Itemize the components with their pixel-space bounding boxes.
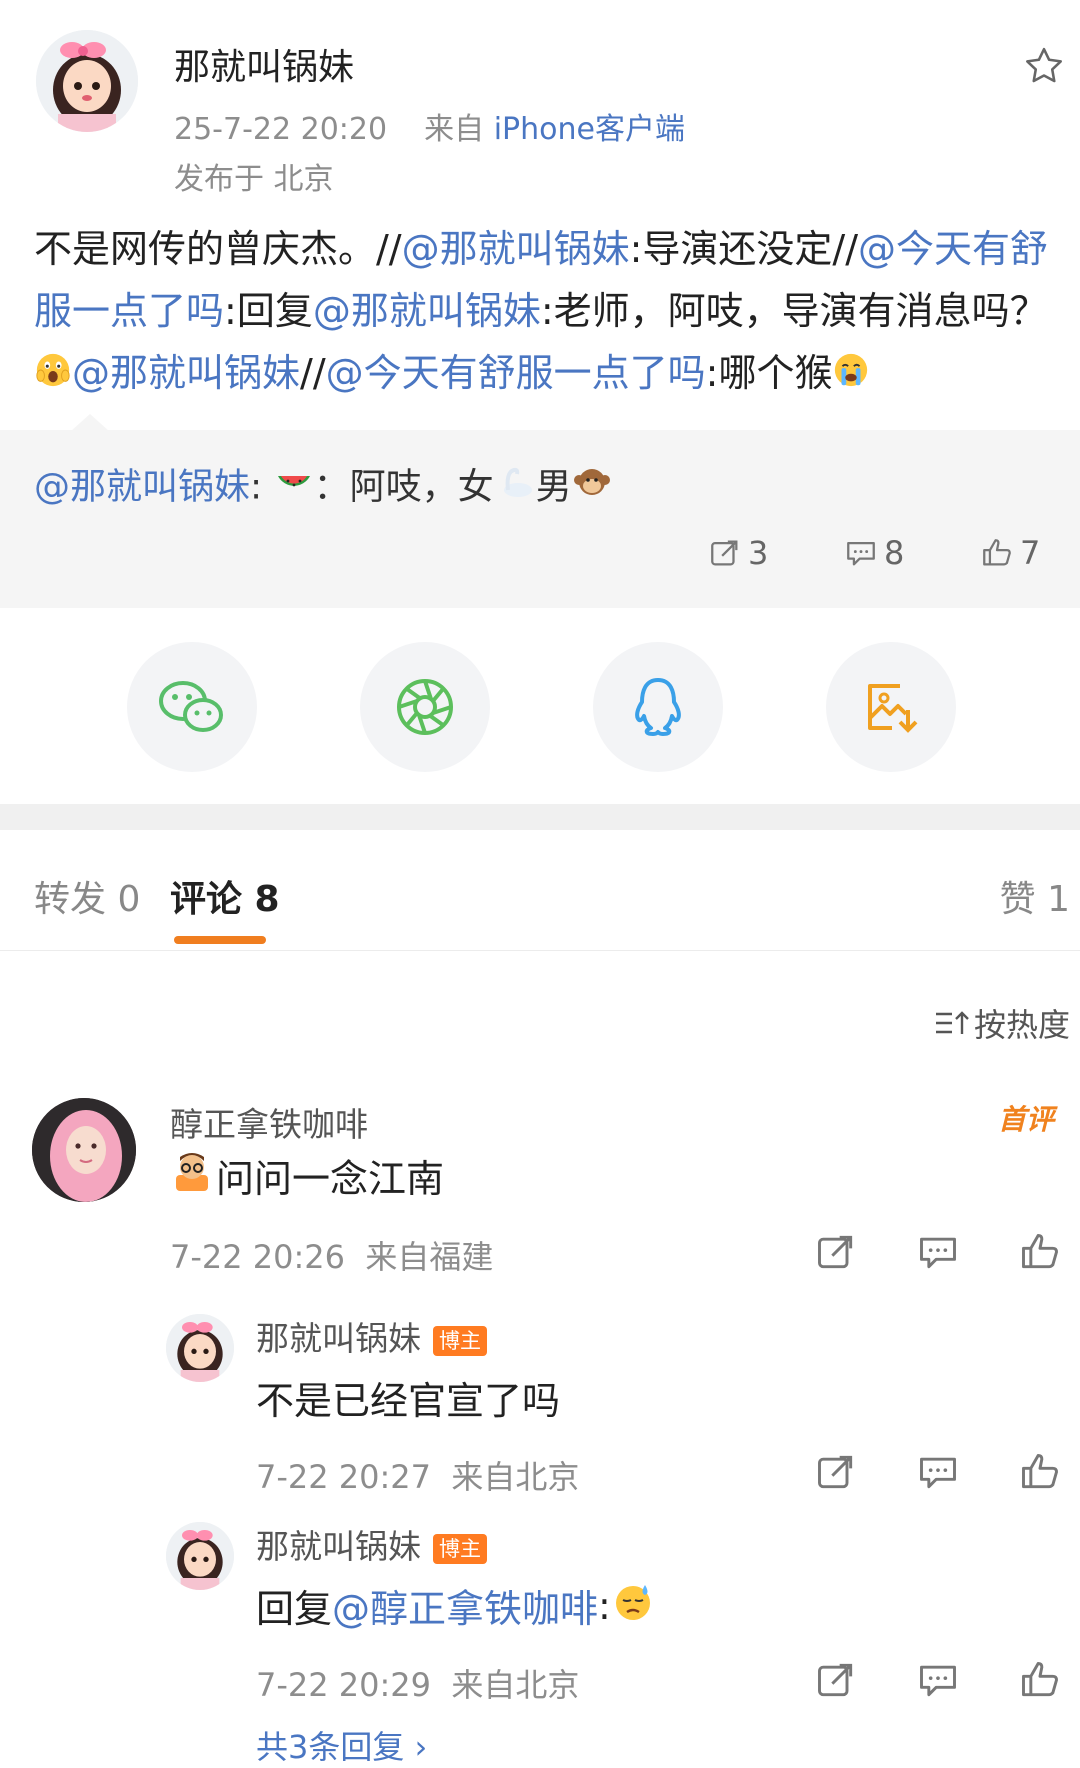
quoted-like-count: 7: [1020, 534, 1041, 572]
comment-meta: 7-22 20:26 来自福建: [170, 1238, 494, 1276]
host-badge: 博主: [433, 1325, 487, 1356]
watermelon-emoji-icon: [274, 462, 314, 515]
tabs-divider: [0, 950, 1080, 951]
repost-icon[interactable]: [814, 1450, 858, 1494]
reply-text: 回复 @醇正拿铁咖啡:: [256, 1578, 655, 1633]
author-avatar[interactable]: [36, 30, 138, 132]
girl-avatar-illustration: [166, 1314, 234, 1382]
moments-icon: [397, 679, 453, 735]
pink-hair-avatar-photo: [32, 1098, 136, 1202]
reply-header: 那就叫锅妹 博主: [256, 1312, 487, 1360]
share-moments-button[interactable]: [360, 642, 490, 772]
nerd-emoji-icon: [170, 1149, 214, 1202]
thumbs-up-icon[interactable]: [1018, 1230, 1062, 1274]
mention-link[interactable]: @那就叫锅妹: [72, 351, 300, 395]
post-text: :回复: [224, 289, 313, 333]
girl-avatar-illustration: [166, 1522, 234, 1590]
reply-username[interactable]: 那就叫锅妹: [256, 1319, 421, 1358]
post-text: :哪个猴: [705, 351, 833, 395]
quoted-like-stat[interactable]: 7: [980, 534, 1040, 572]
more-replies-link[interactable]: 共3条回复 ›: [256, 1722, 427, 1768]
reply-avatar[interactable]: [166, 1314, 234, 1382]
save-image-button[interactable]: [826, 642, 956, 772]
post-source-client[interactable]: iPhone客户端: [494, 112, 685, 147]
sort-label: 按热度: [973, 1006, 1070, 1044]
reply-suffix: :: [598, 1583, 611, 1628]
tab-comments[interactable]: 评论 8: [170, 870, 280, 922]
comment-body: 问问一念江南: [216, 1157, 445, 1201]
comment-icon: [847, 541, 875, 566]
comment-icon[interactable]: [916, 1450, 960, 1494]
author-name[interactable]: 那就叫锅妹: [174, 38, 354, 90]
thumbs-up-icon[interactable]: [1018, 1450, 1062, 1494]
quoted-comment-count: 8: [884, 534, 905, 572]
quote-pointer: [70, 414, 110, 432]
qq-icon: [635, 678, 681, 736]
thumbs-up-icon: [983, 539, 1011, 566]
quoted-repost-stat[interactable]: 3: [708, 534, 768, 572]
tab-repost[interactable]: 转发 0: [34, 870, 140, 922]
tab-active-indicator: [174, 936, 266, 944]
monkey-emoji-icon: [572, 462, 612, 515]
sort-icon: [935, 1011, 969, 1034]
comment-text: 问问一念江南: [170, 1148, 444, 1203]
star-icon[interactable]: [1022, 44, 1066, 88]
sweat-face-emoji-icon: [611, 1579, 655, 1632]
quoted-post[interactable]: [0, 430, 1080, 608]
section-divider: [0, 804, 1080, 830]
post-text: :老师，阿吱，导演有消息吗？: [540, 289, 1048, 333]
quoted-text: @那就叫锅妹: ：阿吱，女男: [34, 462, 612, 515]
reply-meta: 7-22 20:27 来自北京: [256, 1458, 580, 1496]
post-text: 不是网传的曾庆杰。//: [34, 227, 402, 271]
tab-likes[interactable]: 赞 1: [1000, 870, 1070, 922]
wechat-icon: [159, 681, 223, 732]
mention-link[interactable]: @醇正拿铁咖啡: [332, 1578, 598, 1633]
post-time: 25-7-22 20:20: [174, 112, 388, 147]
shocked-face-emoji-icon: [34, 345, 72, 407]
save-image-icon: [868, 684, 918, 733]
commenter-name[interactable]: 醇正拿铁咖啡: [170, 1098, 368, 1146]
reply-header: 那就叫锅妹 博主: [256, 1520, 487, 1568]
share-wechat-button[interactable]: [127, 642, 257, 772]
reply-username[interactable]: 那就叫锅妹: [256, 1527, 421, 1566]
reply-meta: 7-22 20:29 来自北京: [256, 1666, 580, 1704]
post-text: //: [300, 351, 326, 395]
quoted-repost-count: 3: [748, 534, 769, 572]
repost-icon: [711, 540, 738, 566]
commenter-avatar[interactable]: [32, 1098, 136, 1202]
share-qq-button[interactable]: [593, 642, 723, 772]
reply-prefix: 回复: [256, 1587, 333, 1631]
quoted-mention[interactable]: @那就叫锅妹: [34, 467, 250, 508]
post-text: :导演还没定//: [629, 227, 859, 271]
reply-avatar[interactable]: [166, 1522, 234, 1590]
quoted-text-a: ：阿吱，女: [313, 466, 494, 508]
repost-icon[interactable]: [814, 1230, 858, 1274]
sort-toggle[interactable]: 按热度: [934, 1000, 1070, 1046]
post-source-prefix: 来自: [424, 112, 485, 147]
swan-emoji-icon: [494, 462, 536, 515]
host-badge: 博主: [433, 1533, 487, 1564]
post-meta: 25-7-22 20:20 来自 iPhone客户端: [174, 104, 685, 148]
mention-link[interactable]: @那就叫锅妹: [402, 227, 630, 271]
post-body: 不是网传的曾庆杰。//@那就叫锅妹:导演还没定//@今天有舒服一点了吗:回复@那…: [34, 218, 1074, 407]
thumbs-up-icon[interactable]: [1018, 1658, 1062, 1702]
first-comment-badge: 首评: [998, 1103, 1055, 1136]
comment-icon[interactable]: [916, 1230, 960, 1274]
quoted-text-b: 男: [535, 466, 572, 508]
quoted-colon: :: [250, 466, 263, 508]
crying-face-emoji-icon: [832, 345, 870, 407]
reply-text: 不是已经官宣了吗: [256, 1379, 561, 1423]
repost-icon[interactable]: [814, 1658, 858, 1702]
comment-icon[interactable]: [916, 1658, 960, 1702]
girl-avatar-illustration: [36, 30, 138, 132]
mention-link[interactable]: @那就叫锅妹: [313, 289, 541, 333]
post-location: 发布于 北京: [174, 162, 334, 197]
quoted-comment-stat[interactable]: 8: [844, 534, 904, 572]
mention-link[interactable]: @今天有舒服一点了吗: [326, 351, 706, 395]
